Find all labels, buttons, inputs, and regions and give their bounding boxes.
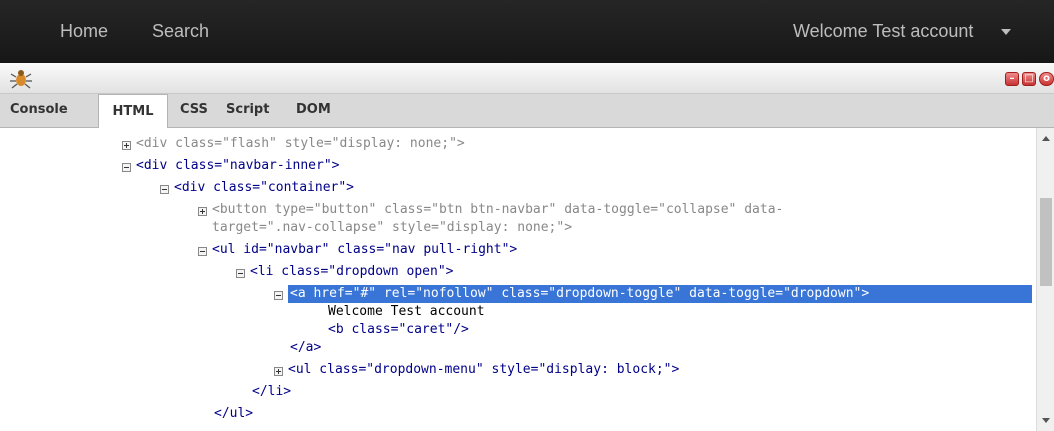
scrollbar-thumb[interactable] <box>1040 198 1052 286</box>
tree-line[interactable]: <ul id="navbar" class="nav pull-right"> <box>212 241 517 259</box>
tree-line[interactable]: <button type="button" class="btn btn-nav… <box>212 201 783 219</box>
tree-text-node[interactable]: Welcome Test account <box>328 303 485 321</box>
collapse-icon[interactable] <box>236 269 245 278</box>
tab-script[interactable]: Script <box>226 102 269 117</box>
tree-line[interactable]: <div class="flash" style="display: none;… <box>136 135 465 153</box>
close-button[interactable]: o <box>1039 72 1054 86</box>
tree-line[interactable]: <b class="caret"/> <box>328 321 469 339</box>
html-tree-panel: <div class="flash" style="display: none;… <box>0 128 1035 431</box>
minimize-button[interactable]: – <box>1005 72 1019 86</box>
tree-line[interactable]: <div class="container"> <box>174 179 354 197</box>
tab-css[interactable]: CSS <box>180 102 208 117</box>
collapse-icon[interactable] <box>160 185 169 194</box>
tree-line[interactable]: </a> <box>290 339 321 357</box>
firebug-icon[interactable] <box>9 67 33 89</box>
nav-search-link[interactable]: Search <box>152 21 209 42</box>
nav-home-link[interactable]: Home <box>60 21 108 42</box>
collapse-icon[interactable] <box>122 163 131 172</box>
tree-line[interactable]: <div class="navbar-inner"> <box>136 157 340 175</box>
vertical-scrollbar[interactable] <box>1036 128 1054 431</box>
tree-line[interactable]: <li class="dropdown open"> <box>250 263 454 281</box>
expand-icon[interactable] <box>274 367 283 376</box>
firebug-tabs: Console HTML CSS Script DOM <box>0 94 1054 128</box>
tree-line[interactable]: </ul> <box>214 405 253 423</box>
tab-dom[interactable]: DOM <box>296 102 331 117</box>
collapse-icon[interactable] <box>198 247 207 256</box>
expand-icon[interactable] <box>198 207 207 216</box>
tree-line[interactable]: target=".nav-collapse" style="display: n… <box>212 219 572 237</box>
top-navbar: Home Search Welcome Test account <box>0 0 1054 63</box>
tree-line[interactable]: <ul class="dropdown-menu" style="display… <box>288 361 679 379</box>
caret-down-icon[interactable] <box>1001 29 1011 35</box>
expand-icon[interactable] <box>122 141 131 150</box>
scroll-down-icon[interactable] <box>1042 418 1050 423</box>
tree-line-selected[interactable]: <a href="#" rel="nofollow" class="dropdo… <box>288 285 1032 303</box>
tab-console[interactable]: Console <box>10 102 68 117</box>
scroll-up-icon[interactable] <box>1042 136 1050 141</box>
tab-html[interactable]: HTML <box>98 94 168 128</box>
firebug-toolbar <box>0 63 1054 94</box>
tree-line[interactable]: </li> <box>252 383 291 401</box>
account-dropdown-toggle[interactable]: Welcome Test account <box>793 21 973 42</box>
restore-button[interactable]: □ <box>1022 72 1036 86</box>
collapse-icon[interactable] <box>274 291 283 300</box>
